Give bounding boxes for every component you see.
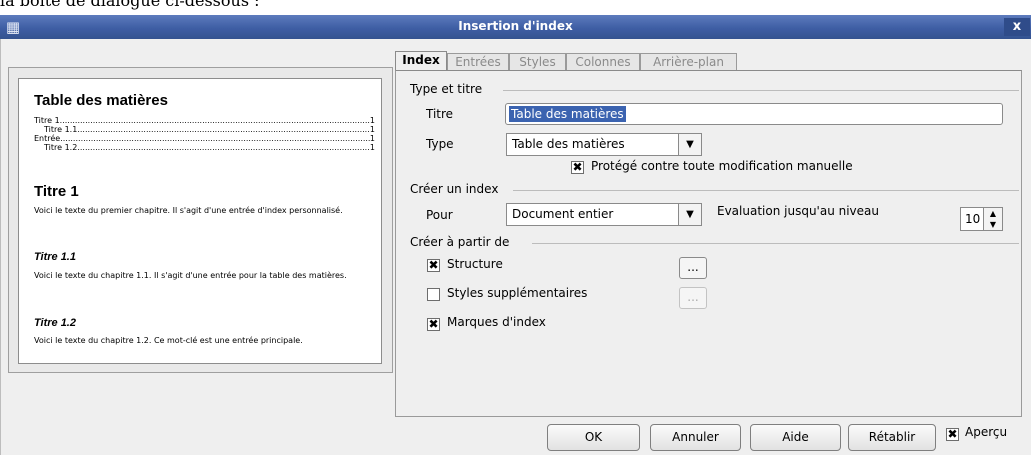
help-button[interactable]: Aide <box>750 424 841 451</box>
tab-entries[interactable]: Entrées <box>447 53 509 70</box>
index-marks-label: Marques d'index <box>447 315 546 329</box>
cancel-button[interactable]: Annuler <box>650 424 741 451</box>
type-select[interactable]: Table des matières ▼ <box>506 133 702 156</box>
toc-entry: Titre 1.2...............................… <box>44 143 375 152</box>
section-divider <box>513 190 1019 191</box>
scope-select[interactable]: Document entier ▼ <box>506 203 702 226</box>
document-caption: la boîte de dialogue ci-dessous : <box>0 0 260 10</box>
preview-text-1: Voici le texte du premier chapitre. Il s… <box>34 206 343 215</box>
toc-label: Entrée <box>34 134 61 143</box>
title-input[interactable]: Table des matières <box>505 103 1003 125</box>
toc-entry: Entrée..................................… <box>34 134 375 143</box>
type-label: Type <box>426 137 454 151</box>
toc-page: 1 <box>369 143 375 152</box>
protect-label: Protégé contre toute modification manuel… <box>591 159 853 173</box>
structure-options-button[interactable]: ... <box>679 257 707 279</box>
reset-button[interactable]: Rétablir <box>848 424 936 451</box>
type-select-value: Table des matières <box>512 137 625 151</box>
toc-page: 1 <box>369 134 375 143</box>
preview-label: Aperçu <box>965 425 1008 439</box>
section-divider <box>503 90 1019 91</box>
spin-arrows-icon[interactable]: ▲ ▼ <box>983 208 1002 230</box>
level-value: 10 <box>965 212 981 226</box>
structure-checkbox[interactable]: ✖ <box>427 259 440 272</box>
tab-background[interactable]: Arrière-plan <box>640 53 737 70</box>
window-titlebar: ▦ Insertion d'index x <box>0 15 1031 39</box>
preview-text-1-1: Voici le texte du chapitre 1.1. Il s'agi… <box>34 271 347 280</box>
toc-entry: Titre 1.1...............................… <box>44 125 375 134</box>
level-label: Evaluation jusqu'au niveau <box>717 204 879 218</box>
chevron-down-icon: ▼ <box>678 204 701 225</box>
toc-label: Titre 1.1 <box>44 125 78 134</box>
toc-label: Titre 1 <box>34 116 60 125</box>
title-input-value: Table des matières <box>509 106 626 122</box>
toc-page: 1 <box>369 116 375 125</box>
tab-index[interactable]: Index <box>395 51 447 71</box>
protect-checkbox[interactable]: ✖ <box>571 161 584 174</box>
close-icon[interactable]: x <box>1004 18 1030 36</box>
scope-select-value: Document entier <box>512 207 614 221</box>
section-divider <box>532 243 1019 244</box>
toc-page: 1 <box>369 125 375 134</box>
preview-text-1-2: Voici le texte du chapitre 1.2. Ce mot-c… <box>34 336 303 345</box>
preview-checkbox[interactable]: ✖ <box>946 428 959 441</box>
chevron-down-icon: ▼ <box>678 134 701 155</box>
tab-columns[interactable]: Colonnes <box>566 53 640 70</box>
preview-chapter-1-1: Titre 1.1 <box>34 251 76 263</box>
section-create-index: Créer un index <box>410 182 499 196</box>
ok-button[interactable]: OK <box>547 424 640 451</box>
index-marks-checkbox[interactable]: ✖ <box>427 318 440 331</box>
structure-label: Structure <box>447 257 503 271</box>
styles-options-button[interactable]: ... <box>679 287 707 309</box>
preview-chapter-1: Titre 1 <box>34 183 79 200</box>
title-label: Titre <box>426 107 454 121</box>
preview-heading: Table des matières <box>34 92 168 109</box>
preview-chapter-1-2: Titre 1.2 <box>34 317 76 329</box>
preview-page: Table des matières Titre 1..............… <box>18 78 382 364</box>
tab-styles[interactable]: Styles <box>509 53 566 70</box>
level-spinbox[interactable]: 10 ▲ ▼ <box>960 207 1003 231</box>
for-label: Pour <box>426 208 453 222</box>
toc-entry: Titre 1.................................… <box>34 116 375 125</box>
window-title: Insertion d'index <box>458 19 573 33</box>
styles-label: Styles supplémentaires <box>447 286 588 300</box>
toc-label: Titre 1.2 <box>44 143 78 152</box>
section-type-title: Type et titre <box>410 82 483 96</box>
styles-checkbox[interactable] <box>427 288 440 301</box>
section-create-from: Créer à partir de <box>410 235 510 249</box>
